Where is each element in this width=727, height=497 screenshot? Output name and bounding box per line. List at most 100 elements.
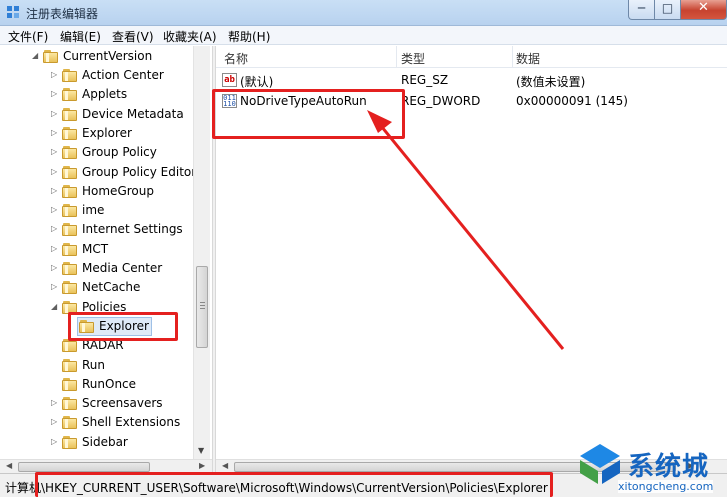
folder-icon <box>62 377 78 391</box>
folder-icon <box>62 358 78 372</box>
folder-icon <box>62 222 78 237</box>
expand-icon[interactable]: ▷ <box>51 205 59 215</box>
folder-icon <box>62 107 78 121</box>
maximize-button[interactable]: □ <box>655 0 681 20</box>
tree-item[interactable]: ▷ Group Policy <box>0 143 193 162</box>
expand-icon[interactable]: ▷ <box>51 186 59 196</box>
scroll-left-arrow-icon[interactable]: ◀ <box>6 461 12 470</box>
watermark-brand: 系统城 <box>628 452 710 482</box>
value-data: 0x00000091 (145) <box>516 94 628 108</box>
folder-icon <box>62 415 78 430</box>
regedit-icon <box>7 6 19 18</box>
column-name-header[interactable]: 名称 <box>224 50 248 67</box>
tree-item[interactable]: Run <box>0 356 193 375</box>
tree-item[interactable]: ▷ MCT <box>0 240 193 259</box>
menu-favorites[interactable]: 收藏夹(A) <box>163 28 217 45</box>
tree-item[interactable]: ▷ ime <box>0 201 193 220</box>
list-header: 名称 类型 数据 <box>216 46 727 68</box>
folder-icon <box>62 435 78 449</box>
annotation-box-path <box>35 472 553 497</box>
tree-item[interactable]: ▷ Action Center <box>0 66 193 85</box>
title-bar: 注册表编辑器 ─ □ ✕ <box>0 0 727 26</box>
folder-icon <box>62 126 78 140</box>
column-data-header[interactable]: 数据 <box>516 50 540 67</box>
tree-scroll-thumb[interactable] <box>196 266 208 348</box>
tree-label: Group Policy <box>82 145 157 160</box>
menu-view[interactable]: 查看(V) <box>112 28 154 45</box>
tree-item[interactable]: ▷ NetCache <box>0 278 193 297</box>
menu-edit[interactable]: 编辑(E) <box>60 28 101 45</box>
annotation-box-explorer-key <box>68 312 178 341</box>
minimize-button[interactable]: ─ <box>628 0 655 20</box>
tree-item[interactable]: ▷ Internet Settings <box>0 220 193 239</box>
tree-label: Sidebar <box>82 434 128 449</box>
collapse-icon[interactable]: ◢ <box>51 302 59 312</box>
value-type: REG_DWORD <box>401 94 481 108</box>
folder-icon <box>62 261 78 275</box>
scroll-right-arrow-icon[interactable]: ▶ <box>199 461 205 470</box>
folder-icon <box>62 396 78 411</box>
tree-label: Media Center <box>82 261 163 275</box>
expand-icon[interactable]: ▷ <box>51 128 59 138</box>
tree-label: NetCache <box>82 280 141 295</box>
tree-item[interactable]: ▷ Media Center <box>0 259 193 278</box>
close-button[interactable]: ✕ <box>681 0 727 20</box>
folder-icon <box>62 203 78 218</box>
folder-icon <box>62 87 78 102</box>
tree-item[interactable]: RunOnce <box>0 375 193 394</box>
collapse-icon[interactable]: ◢ <box>32 51 40 61</box>
maximize-icon: □ <box>661 1 674 15</box>
menu-help[interactable]: 帮助(H) <box>228 28 270 45</box>
scroll-down-arrow-icon[interactable]: ▼ <box>198 446 204 455</box>
list-row-default[interactable]: ab (默认) REG_SZ (数值未设置) <box>216 70 727 90</box>
tree-hscroll-thumb[interactable] <box>18 462 150 472</box>
expand-icon[interactable]: ▷ <box>51 437 59 447</box>
expand-icon[interactable]: ▷ <box>51 224 59 234</box>
expand-icon[interactable]: ▷ <box>51 147 59 157</box>
tree-label: Shell Extensions <box>82 415 181 430</box>
expand-icon[interactable]: ▷ <box>51 417 59 427</box>
tree-item-currentversion[interactable]: ◢ CurrentVersion <box>0 47 193 66</box>
expand-icon[interactable]: ▷ <box>51 244 59 254</box>
watermark-url: xitongcheng.com <box>618 480 714 493</box>
tree-label: ime <box>82 203 105 218</box>
tree-item[interactable]: ▷ HomeGroup <box>0 182 193 201</box>
column-type-header[interactable]: 类型 <box>401 50 425 67</box>
tree-item[interactable]: ▷ Device Metadata <box>0 105 193 124</box>
folder-icon <box>62 184 78 198</box>
expand-icon[interactable]: ▷ <box>51 109 59 119</box>
tree-item[interactable]: ▷ Shell Extensions <box>0 413 193 432</box>
tree-label: RunOnce <box>82 376 137 391</box>
watermark-logo-icon <box>580 444 620 484</box>
folder-icon <box>62 280 78 295</box>
tree-item[interactable]: ▷ Screensavers <box>0 394 193 413</box>
tree-label: Device Metadata <box>82 106 184 121</box>
tree-label: Action Center <box>82 68 164 82</box>
tree-label: Run <box>82 357 106 372</box>
value-type: REG_SZ <box>401 73 449 87</box>
tree-horizontal-scrollbar[interactable]: ◀ ▶ <box>0 459 212 473</box>
expand-icon[interactable]: ▷ <box>51 167 59 177</box>
tree-item[interactable]: ▷ Sidebar <box>0 433 193 452</box>
menu-file[interactable]: 文件(F) <box>8 28 48 45</box>
tree-item[interactable]: ▷ Explorer <box>0 124 193 143</box>
menu-bar: 文件(F) 编辑(E) 查看(V) 收藏夹(A) 帮助(H) <box>0 26 727 45</box>
expand-icon[interactable]: ▷ <box>51 89 59 99</box>
tree-item[interactable]: ▷ Group Policy Editor <box>0 163 197 182</box>
expand-icon[interactable]: ▷ <box>51 263 59 273</box>
folder-icon <box>43 49 59 63</box>
scroll-left-arrow-icon[interactable]: ◀ <box>222 461 228 470</box>
folder-icon <box>62 145 78 160</box>
tree-label: Internet Settings <box>82 222 183 237</box>
tree-item[interactable]: ▷ Applets <box>0 85 193 104</box>
tree-vertical-scrollbar[interactable]: ▼ <box>193 46 210 459</box>
expand-icon[interactable]: ▷ <box>51 70 59 80</box>
annotation-box-value <box>212 89 405 139</box>
expand-icon[interactable]: ▷ <box>51 282 59 292</box>
folder-icon <box>62 68 78 82</box>
tree-label: CurrentVersion <box>63 49 153 63</box>
tree-label: Group Policy Editor <box>82 164 197 179</box>
expand-icon[interactable]: ▷ <box>51 398 59 408</box>
folder-icon <box>62 165 78 179</box>
window-title: 注册表编辑器 <box>26 7 99 21</box>
